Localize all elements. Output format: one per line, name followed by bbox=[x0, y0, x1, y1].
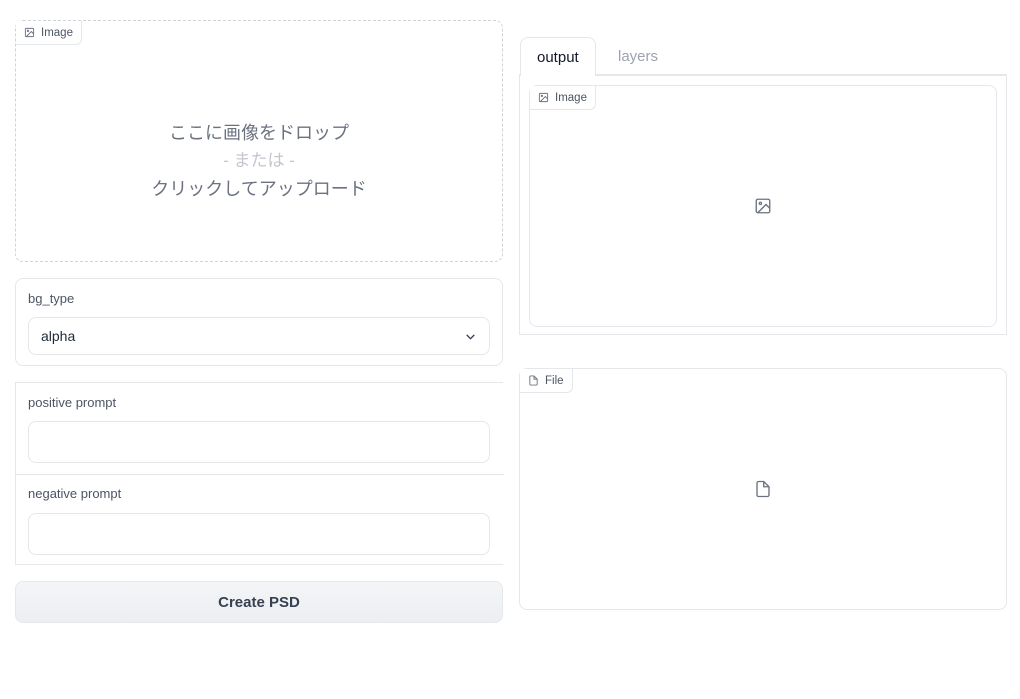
file-output: File bbox=[519, 368, 1007, 610]
file-label-text: File bbox=[545, 374, 564, 387]
file-label: File bbox=[520, 369, 573, 393]
file-icon bbox=[529, 375, 538, 386]
positive-prompt-row: positive prompt bbox=[16, 383, 504, 474]
output-tabs: output layers bbox=[520, 37, 1007, 76]
tab-layers[interactable]: layers bbox=[602, 37, 674, 76]
positive-prompt-input[interactable] bbox=[28, 421, 490, 463]
image-icon bbox=[538, 92, 549, 103]
bg-type-label: bg_type bbox=[28, 291, 75, 306]
upload-click-text: クリックしてアップロード bbox=[151, 179, 367, 199]
image-upload-dropzone[interactable]: Image ここに画像をドロップ - または - クリックしてアップロード bbox=[15, 20, 503, 262]
output-image-label: Image bbox=[530, 86, 596, 110]
positive-prompt-label: positive prompt bbox=[28, 395, 117, 410]
image-upload-label: Image bbox=[16, 21, 82, 45]
upload-or-text: - または - bbox=[223, 151, 295, 170]
tab-output[interactable]: output bbox=[520, 37, 596, 76]
image-upload-label-text: Image bbox=[41, 26, 73, 39]
output-image: Image bbox=[529, 85, 997, 327]
chevron-down-icon bbox=[466, 334, 475, 340]
bg-type-select[interactable]: alpha bbox=[28, 317, 490, 355]
negative-prompt-label: negative prompt bbox=[28, 486, 122, 501]
output-tab-panel: Image bbox=[519, 74, 1007, 335]
negative-prompt-input[interactable] bbox=[28, 513, 490, 555]
bg-type-block: bg_type alpha bbox=[15, 278, 503, 366]
create-psd-button[interactable]: Create PSD bbox=[15, 581, 503, 623]
negative-prompt-row: negative prompt bbox=[16, 474, 504, 565]
upload-drop-text: ここに画像をドロップ bbox=[169, 123, 349, 143]
image-placeholder-icon bbox=[755, 198, 771, 214]
file-placeholder-icon bbox=[756, 480, 770, 498]
upload-instructions: ここに画像をドロップ - または - クリックしてアップロード bbox=[16, 119, 502, 203]
bg-type-value: alpha bbox=[41, 328, 76, 344]
image-icon bbox=[24, 27, 35, 38]
prompts-block: positive prompt negative prompt bbox=[15, 382, 504, 565]
output-image-label-text: Image bbox=[555, 91, 587, 104]
